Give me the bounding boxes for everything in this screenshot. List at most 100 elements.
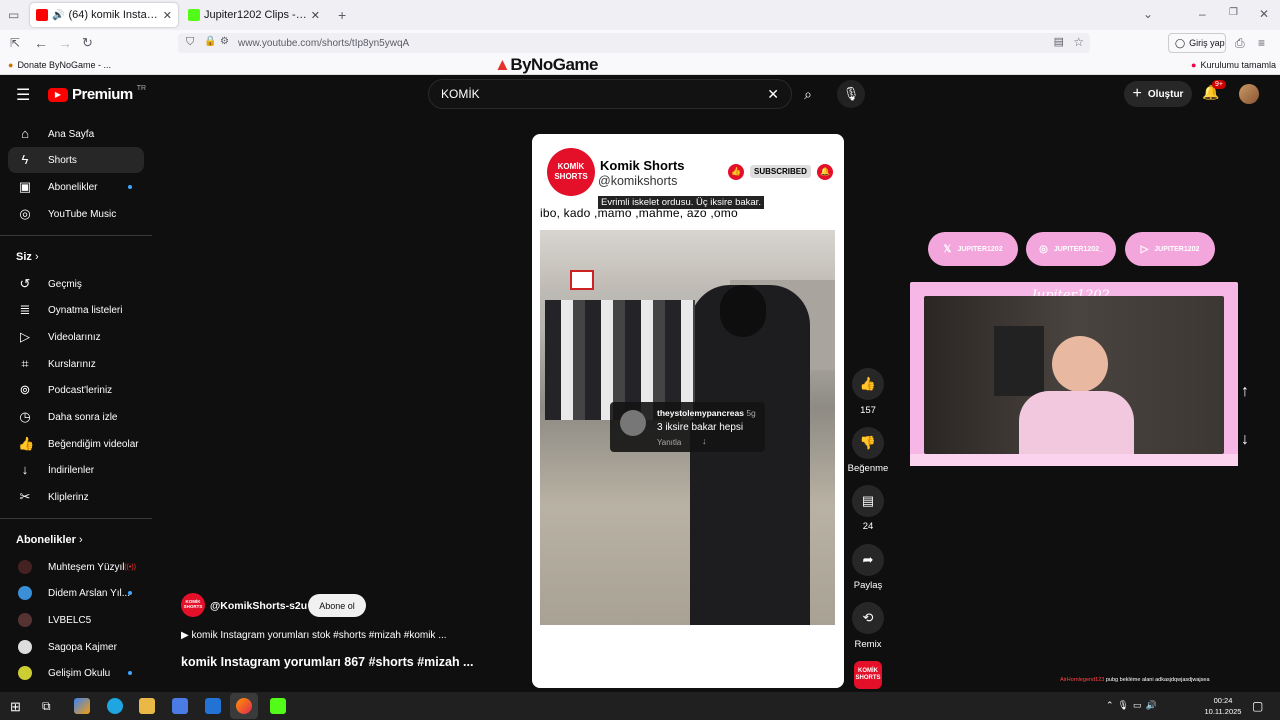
- youtube-logo[interactable]: ▶ Premium TR: [48, 85, 146, 103]
- video-frame[interactable]: theystolemypancreas 5g 3 iksire bakar he…: [540, 230, 835, 625]
- playlist-icon: ≣: [19, 302, 31, 317]
- create-button[interactable]: + Oluştur: [1124, 81, 1192, 107]
- uploader-handle[interactable]: @KomikShorts-s2u: [210, 600, 307, 612]
- previous-short-button[interactable]: ↑: [1230, 377, 1260, 407]
- voice-search-button[interactable]: 🎙: [837, 80, 865, 108]
- sidebar-item-watch-later[interactable]: ◷ Daha sonra izle: [8, 404, 144, 430]
- url-bar[interactable]: ⛉ 🔒 ⚙ www.youtube.com/shorts/tIp8yn5ywqA…: [178, 33, 1090, 53]
- sidebar-item-podcasts[interactable]: ⊚ Podcast'leriniz: [8, 377, 144, 403]
- clock[interactable]: 00:24 10.11.2025: [1200, 695, 1246, 717]
- social-x: 𝕏 JUPITER1202: [928, 232, 1018, 266]
- store-icon[interactable]: [172, 698, 188, 714]
- new-content-dot: [128, 185, 132, 189]
- avatar[interactable]: [1239, 84, 1259, 104]
- uploader-avatar[interactable]: KOMİK SHORTS: [181, 593, 205, 617]
- copilot-icon[interactable]: [74, 698, 90, 714]
- subscribed-badge: SUBSCRIBED: [750, 165, 811, 178]
- back-icon[interactable]: ←: [34, 36, 48, 50]
- clear-search-icon[interactable]: ✕: [767, 86, 779, 103]
- tab-kick[interactable]: Jupiter1202 Clips - Watch Live c ✕: [182, 3, 326, 27]
- firefox-taskbar-active[interactable]: [230, 693, 258, 719]
- social-handle: JUPITER1202: [1154, 245, 1200, 253]
- hamburger-menu-icon[interactable]: ☰: [16, 85, 30, 105]
- dislike-button[interactable]: 👎: [852, 427, 884, 459]
- subscription-item[interactable]: Didem Arslan Yıl...: [8, 580, 144, 606]
- sidebar-item-history[interactable]: ↺ Geçmiş: [8, 271, 144, 297]
- search-input[interactable]: KOMİK ✕: [428, 79, 792, 109]
- subscription-item[interactable]: Muhteşem Yüzyıl ((•)): [8, 554, 144, 580]
- sidebar-item-subscriptions[interactable]: ▣ Abonelikler: [8, 174, 144, 200]
- reply-link[interactable]: Yanıtla: [657, 438, 681, 447]
- comments-button[interactable]: ▤: [852, 485, 884, 517]
- next-short-button[interactable]: ↓: [1230, 425, 1260, 455]
- video-description[interactable]: ▶ komik Instagram yorumları stok #shorts…: [181, 630, 447, 641]
- forward-icon[interactable]: →: [58, 36, 72, 50]
- search-button[interactable]: ⌕: [790, 79, 826, 109]
- subscription-item[interactable]: Gelişim Okulu: [8, 660, 144, 686]
- chevron-down-icon[interactable]: ⌄: [1143, 8, 1153, 20]
- system-tray[interactable]: ⌃🎙▭🔊: [1106, 700, 1161, 711]
- sound-source-thumbnail[interactable]: KOMİK SHORTS: [854, 661, 882, 689]
- like-button[interactable]: 👍: [852, 368, 884, 400]
- chevron-right-icon: ›: [34, 251, 39, 263]
- file-explorer-icon[interactable]: [139, 698, 155, 714]
- sidebar-item-shorts[interactable]: ϟ Shorts: [8, 147, 144, 173]
- close-window-icon[interactable]: ✕: [1259, 8, 1269, 20]
- shield-icon[interactable]: ⛉: [186, 37, 194, 48]
- notification-center-icon[interactable]: ▢: [1252, 699, 1263, 713]
- frame-cloud-border: [910, 454, 1238, 466]
- share-button[interactable]: ➦: [852, 544, 884, 576]
- permissions-icon[interactable]: ⚙: [220, 37, 229, 47]
- comment-icon: ▤: [861, 493, 875, 508]
- sidebar-item-liked[interactable]: 👍 Beğendiğim videolar: [8, 431, 144, 457]
- reader-view-icon[interactable]: ▤: [1054, 37, 1064, 48]
- sidebar-item-label: Videolarınız: [48, 331, 101, 343]
- you-section-header[interactable]: Siz ›: [16, 251, 39, 263]
- social-handle: JUPITER1202_: [1053, 245, 1103, 253]
- extensions-icon[interactable]: ⎙: [1235, 37, 1245, 49]
- sign-in-button[interactable]: ◯ Giriş yap: [1168, 33, 1226, 53]
- menu-icon[interactable]: ≡: [1258, 37, 1265, 49]
- bookmark-star-icon[interactable]: ☆: [1073, 36, 1084, 48]
- tab-youtube[interactable]: 🔊 (64) komik Instagram yorum ✕: [30, 3, 178, 27]
- bynogame-logo: ▲ByNoGame: [494, 55, 598, 75]
- channel-logo[interactable]: KOMİK SHORTS: [547, 148, 595, 196]
- sidebar-item-downloads[interactable]: ↓ İndirilenler: [8, 457, 144, 483]
- edge-icon[interactable]: [107, 698, 123, 714]
- new-tab-icon[interactable]: +: [338, 8, 346, 22]
- sidebar-item-music[interactable]: ◎ YouTube Music: [8, 201, 144, 227]
- speaker-icon[interactable]: 🔊: [52, 10, 64, 21]
- sidebar-item-label: YouTube Music: [48, 208, 117, 220]
- mail-icon[interactable]: [205, 698, 221, 714]
- notifications-button[interactable]: 🔔 9+: [1202, 80, 1226, 101]
- lock-icon[interactable]: 🔒: [204, 37, 216, 47]
- subscription-item[interactable]: Sagopa Kajmer: [8, 634, 144, 660]
- sidebar-item-courses[interactable]: ⌗ Kurslarınız: [8, 351, 144, 377]
- minimize-icon[interactable]: –: [1199, 8, 1206, 20]
- close-tab-icon[interactable]: ✕: [311, 9, 320, 22]
- sidebar-toggle-icon[interactable]: ⇱: [10, 37, 20, 49]
- windows-start-icon[interactable]: ⊞: [10, 699, 21, 715]
- subscription-item[interactable]: LVBELC5: [8, 607, 144, 633]
- kick-icon[interactable]: [270, 698, 286, 714]
- task-view-icon[interactable]: ⧉: [42, 699, 51, 714]
- subscriptions-section-header[interactable]: Abonelikler ›: [16, 534, 83, 546]
- close-tab-icon[interactable]: ✕: [163, 9, 172, 22]
- sidebar-item-your-videos[interactable]: ▷ Videolarınız: [8, 324, 144, 350]
- restore-icon[interactable]: ❐: [1229, 8, 1238, 18]
- ticker-name: AirHornlegend123: [1060, 677, 1105, 683]
- live-icon: ((•)): [124, 563, 136, 571]
- sidebar-item-playlists[interactable]: ≣ Oynatma listeleri: [8, 297, 144, 323]
- network-icon: ▭: [1132, 700, 1146, 710]
- reload-icon[interactable]: ↻: [82, 36, 93, 49]
- remix-button[interactable]: ⟲: [852, 602, 884, 634]
- sidebar-item-home[interactable]: ⌂ Ana Sayfa: [8, 121, 144, 147]
- sidebar-item-clips[interactable]: ✂ Kliplerinz: [8, 484, 144, 510]
- tab-list-icon[interactable]: ▭: [8, 9, 19, 21]
- bookmark-item[interactable]: ● Donate ByNoGame - ...: [8, 60, 111, 70]
- subscribe-button[interactable]: Abone ol: [308, 594, 366, 617]
- streamer-hoodie: [1019, 391, 1134, 454]
- ticker-text: pubg beklème alani adkasjdqwjasdjwajsea: [1105, 677, 1210, 683]
- setup-complete-item[interactable]: ● Kurulumu tamamla: [1191, 60, 1276, 70]
- watch-later-icon: ◷: [19, 409, 31, 424]
